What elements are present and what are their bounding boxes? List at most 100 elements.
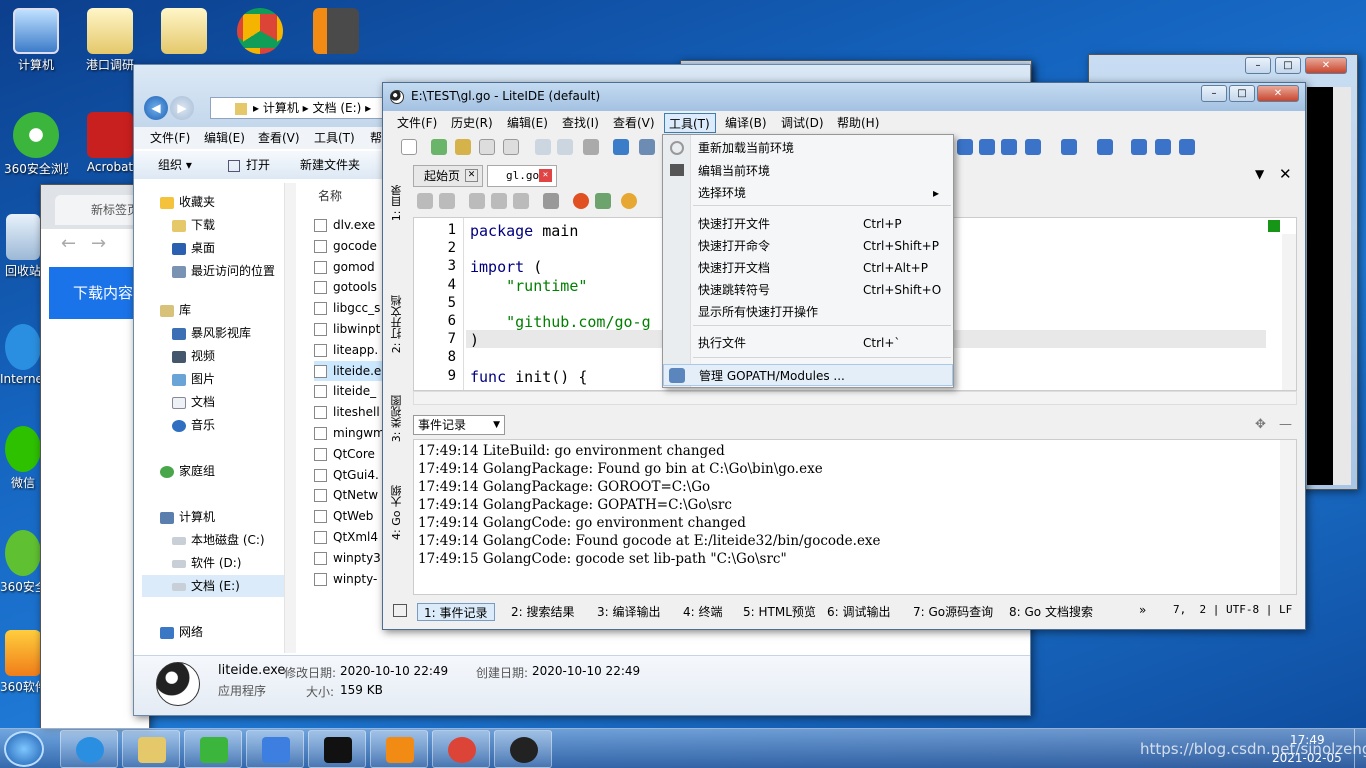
taskbar-app-sublime[interactable] <box>370 730 428 768</box>
file-row[interactable]: winpty3 <box>314 548 384 568</box>
side-tab-go-outline[interactable]: 4: Go 大纲 <box>389 485 405 540</box>
liteide-titlebar[interactable]: E:\TEST\gl.go - LiteIDE (default) – □ ✕ <box>383 83 1305 111</box>
organize-button[interactable]: 组织 ▾ <box>158 151 192 179</box>
nav-videos[interactable]: 视频 <box>172 345 215 367</box>
tools-menu-item[interactable]: 快速打开文档 Ctrl+Alt+P <box>663 257 953 279</box>
get-icon[interactable] <box>1061 139 1077 155</box>
tab-list-icon[interactable]: ▼ <box>1255 167 1264 181</box>
output-log[interactable]: 17:49:14 LiteBuild: go environment chang… <box>413 439 1297 595</box>
desktop-icon-sublime[interactable] <box>304 8 368 56</box>
back-icon[interactable]: ← <box>61 233 76 254</box>
nav-desktop[interactable]: 桌面 <box>172 237 215 259</box>
side-tab-directory[interactable]: 1: 目录 <box>389 185 405 221</box>
editor-tab-gl-go[interactable]: gl.go ✕ <box>487 165 557 187</box>
pane-tab[interactable]: 1: 事件记录 <box>417 603 495 621</box>
pane-tab[interactable]: 2: 搜索结果 <box>511 603 575 621</box>
forward-icon[interactable]: → <box>91 233 106 254</box>
tools-menu-item[interactable]: 编辑当前环境 <box>663 160 953 182</box>
tools-menu-item[interactable]: 执行文件 Ctrl+` <box>663 332 953 354</box>
menu-edit[interactable]: 编辑(E) <box>204 127 245 149</box>
menu-build[interactable]: 编译(B) <box>725 113 767 133</box>
taskbar-app-explorer[interactable] <box>122 730 180 768</box>
desktop-icon-computer[interactable]: 计算机 <box>4 8 68 73</box>
editor-vscrollbar[interactable] <box>1282 234 1296 390</box>
nav-computer[interactable]: 计算机 <box>160 506 215 528</box>
taskbar-app-baidu[interactable] <box>246 730 304 768</box>
nav-drive-d[interactable]: 软件 (D:) <box>172 552 241 574</box>
nav-video-lib[interactable]: 暴风影视库 <box>172 322 251 344</box>
open-file-icon[interactable] <box>431 139 447 155</box>
build-icon[interactable] <box>1025 139 1041 155</box>
tools-icon[interactable] <box>583 139 599 155</box>
breakpoint-icon[interactable] <box>573 193 589 209</box>
maximize-button[interactable]: □ <box>1229 85 1255 102</box>
nav-downloads[interactable]: 下载 <box>172 214 215 236</box>
breadcrumb-computer[interactable]: 计算机 <box>263 101 299 115</box>
maximize-button[interactable]: □ <box>1275 57 1301 74</box>
file-row[interactable]: QtXml4 <box>314 527 384 547</box>
export-icon[interactable] <box>595 193 611 209</box>
menu-edit[interactable]: 编辑(E) <box>507 113 548 133</box>
show-desktop-button[interactable] <box>1354 729 1366 768</box>
nav-network[interactable]: 网络 <box>160 621 203 643</box>
nav-documents[interactable]: 文档 <box>172 391 215 413</box>
file-row[interactable]: dlv.exe <box>314 215 384 235</box>
editor-hscrollbar[interactable] <box>413 391 1297 405</box>
menu-view[interactable]: 查看(V) <box>258 127 300 149</box>
undo-icon[interactable] <box>417 193 433 209</box>
menu-file[interactable]: 文件(F) <box>150 127 190 149</box>
build-run-icon[interactable] <box>979 139 995 155</box>
nav-homegroup[interactable]: 家庭组 <box>160 460 215 482</box>
file-row[interactable]: liteshell <box>314 402 384 422</box>
settings-icon[interactable]: ✥ <box>1255 417 1266 432</box>
close-tab-icon[interactable]: ✕ <box>539 169 552 182</box>
tools-menu-item[interactable]: 快速打开命令 Ctrl+Shift+P <box>663 235 953 257</box>
forward-button[interactable]: ▶ <box>170 96 194 120</box>
log-scrollbar[interactable] <box>1280 440 1296 594</box>
column-header-name[interactable]: 名称 <box>318 187 342 204</box>
editor-tab-start[interactable]: 起始页 ✕ <box>413 165 483 187</box>
tools-menu-item[interactable]: 管理 GOPATH/Modules ... <box>663 364 953 386</box>
file-row[interactable]: liteide_ <box>314 381 384 401</box>
minimize-button[interactable]: – <box>1245 57 1271 74</box>
tools-menu-item[interactable]: 快速跳转符号 Ctrl+Shift+O <box>663 279 953 301</box>
tools-menu-item[interactable]: 显示所有快速打开操作 <box>663 301 953 323</box>
desktop-icon-chrome[interactable] <box>228 8 292 56</box>
file-row[interactable]: liteide.e <box>314 360 384 381</box>
tools-menu-item[interactable]: 快速打开文件 Ctrl+P <box>663 213 953 235</box>
menu-help[interactable]: 帮助(H) <box>837 113 879 133</box>
side-tab-open-docs[interactable]: 2: 打开文档 <box>389 295 405 353</box>
file-row[interactable]: QtNetw <box>314 485 384 505</box>
taskbar-app-ie[interactable] <box>60 730 118 768</box>
nav-drive-c[interactable]: 本地磁盘 (C:) <box>172 529 265 551</box>
menu-file[interactable]: 文件(F) <box>397 113 437 133</box>
taskbar-app-cmd[interactable] <box>308 730 366 768</box>
home-icon[interactable] <box>613 139 629 155</box>
nav-drive-e[interactable]: 文档 (E:) <box>142 575 288 597</box>
more-panes-icon[interactable]: » <box>1139 603 1146 617</box>
nav-recent[interactable]: 最近访问的位置 <box>172 260 275 282</box>
module-icon[interactable] <box>1179 139 1195 155</box>
menu-find[interactable]: 查找(I) <box>562 113 599 133</box>
file-run-icon[interactable] <box>1001 139 1017 155</box>
taskbar-app-360browser[interactable] <box>184 730 242 768</box>
file-row[interactable]: libwinpt <box>314 319 384 339</box>
copy-icon[interactable] <box>491 193 507 209</box>
pane-tab[interactable]: 8: Go 文档搜索 <box>1009 603 1093 621</box>
side-tab-class-view[interactable]: 3: 类视图 <box>389 395 405 442</box>
back-icon[interactable] <box>535 139 551 155</box>
close-button[interactable]: ✕ <box>1305 57 1347 74</box>
lock-icon[interactable] <box>543 193 559 209</box>
open-folder-icon[interactable] <box>455 139 471 155</box>
file-row[interactable]: QtWeb <box>314 506 384 526</box>
file-row[interactable]: QtGui4. <box>314 465 384 485</box>
forward-icon[interactable] <box>557 139 573 155</box>
run-icon[interactable] <box>957 139 973 155</box>
tools-menu-item[interactable]: 重新加载当前环境 <box>663 137 953 159</box>
menu-history[interactable]: 历史(R) <box>451 113 493 133</box>
address-bar[interactable]: ▸ 计算机 ▸ 文档 (E:) ▸ <box>210 97 384 119</box>
output-selector[interactable]: 事件记录 ▼ <box>413 415 505 435</box>
desktop-icon-360browser[interactable]: 360安全浏览器 <box>4 112 68 177</box>
menu-help[interactable]: 帮 <box>370 127 382 149</box>
file-row[interactable]: QtCore <box>314 444 384 464</box>
